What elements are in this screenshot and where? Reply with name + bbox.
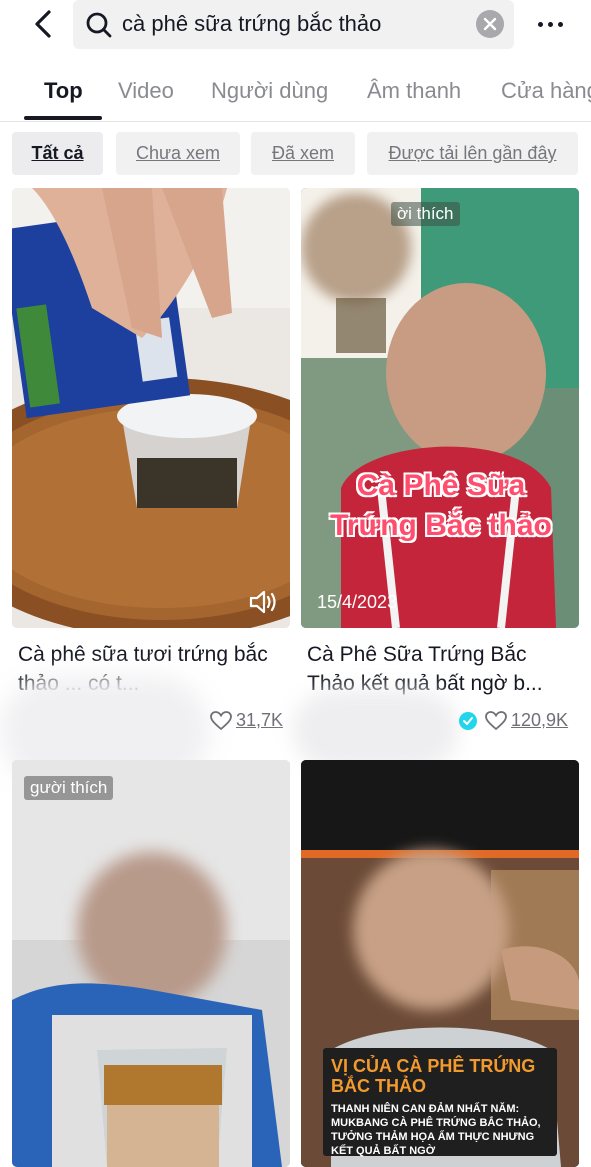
search-icon [86,12,112,38]
search-query[interactable]: cà phê sữa trứng bắc thảo [122,11,381,37]
video-thumbnail[interactable] [12,188,290,628]
close-icon [483,17,497,31]
search-header: cà phê sữa trứng bắc thảo [0,0,591,52]
like-count-value: 31,7K [236,710,284,730]
like-count: 120,9K [485,710,568,731]
sound-icon[interactable] [248,588,278,616]
dot-icon [557,21,563,27]
video-thumbnail[interactable]: ời thích Cà Phê Sữa Trứng Bắc thảo 15/4/… [301,188,579,628]
video-thumbnail[interactable]: VỊ CỦA CÀ PHÊ TRỨNG BẮC THẢO THANH NIÊN … [301,760,579,1167]
dot-icon [537,21,543,27]
blurred-author [293,690,458,770]
video-date: 15/4/2023 [317,592,398,612]
liked-badge: ời thích [391,202,460,226]
video-overlay-title: Cà Phê Sữa Trứng Bắc thảo [330,469,552,542]
caption-headline: VỊ CỦA CÀ PHÊ TRỨNG BẮC THẢO [331,1056,536,1096]
tab-sounds[interactable]: Âm thanh [367,78,461,104]
filter-recently-uploaded[interactable]: Được tải lên gần đây [367,132,578,175]
tab-shop[interactable]: Cửa hàng [501,78,591,104]
video-card[interactable]: VỊ CỦA CÀ PHÊ TRỨNG BẮC THẢO THANH NIÊN … [301,760,579,1167]
filter-unwatched[interactable]: Chưa xem [116,132,240,175]
caption-text: THANH NIÊN CAN ĐẢM NHẤT NĂM: MUKBANG CÀ … [331,1103,541,1157]
back-arrow-icon [35,10,51,38]
result-tabs: Top Video Người dùng Âm thanh Cửa hàng [0,66,591,122]
liked-badge: gười thích [24,776,114,800]
dot-icon [547,21,553,27]
verified-icon [459,712,477,730]
caption-box: VỊ CỦA CÀ PHÊ TRỨNG BẮC THẢO THANH NIÊN … [323,1048,557,1157]
heart-icon [210,710,232,730]
coffee-pour-image [12,188,290,628]
video-card[interactable]: ời thích Cà Phê Sữa Trứng Bắc thảo 15/4/… [293,188,579,770]
like-count-value: 120,9K [511,710,569,730]
tab-top[interactable]: Top [44,78,83,104]
tab-users[interactable]: Người dùng [211,78,328,104]
active-tab-indicator [24,116,102,120]
man-with-drink-image [12,760,290,1167]
filter-chips: Tất cả Chưa xem Đã xem Được tải lên gần … [0,132,591,176]
search-input[interactable]: cà phê sữa trứng bắc thảo [73,0,514,49]
video-card[interactable]: Cà phê sữa tươi trứng bắc thảo ... có t.… [0,188,290,786]
like-count: 31,7K [210,710,283,731]
filter-watched[interactable]: Đã xem [251,132,355,175]
tab-video[interactable]: Video [118,78,174,104]
video-card[interactable]: gười thích [12,760,290,1167]
back-button[interactable] [26,6,60,42]
clear-search-button[interactable] [476,10,504,38]
heart-icon [485,710,507,730]
more-options-button[interactable] [530,12,570,36]
filter-all[interactable]: Tất cả [12,132,103,175]
video-thumbnail[interactable]: gười thích [12,760,290,1167]
boy-drinking-image [301,188,579,628]
